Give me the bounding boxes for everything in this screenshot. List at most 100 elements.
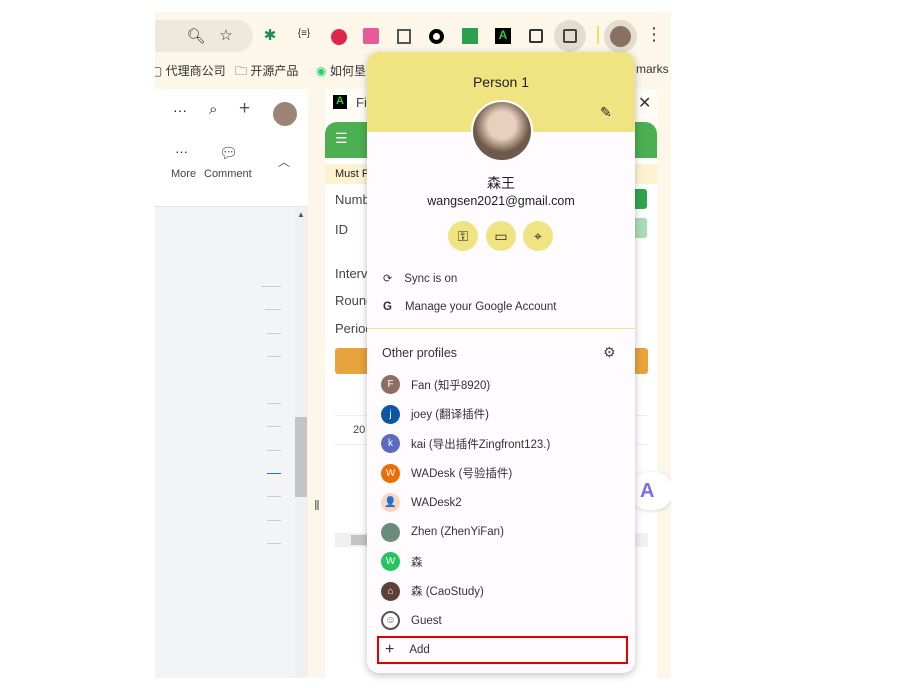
extensions-icon[interactable] xyxy=(529,29,543,43)
field-label: Interv xyxy=(335,266,368,281)
addresses-pin-icon[interactable]: ⌖ xyxy=(523,221,553,251)
assistant-icon: A xyxy=(640,480,655,502)
json-viewer-icon[interactable]: {≡} xyxy=(293,28,315,39)
plus-icon[interactable]: + xyxy=(239,98,250,120)
outline-tick xyxy=(267,333,281,334)
profile-item[interactable]: j joey (翻译插件) xyxy=(367,400,635,429)
add-label: Add xyxy=(409,644,430,656)
outline-tick xyxy=(267,403,281,404)
bookmark-item[interactable]: ▢ 代理商公司 xyxy=(155,62,226,79)
extension-logo-icon: A xyxy=(333,95,347,109)
sync-label: Sync is on xyxy=(404,272,458,285)
profile-avatar xyxy=(471,100,533,162)
bookmark-label: 代理商公司 xyxy=(165,64,226,78)
profile-item[interactable]: ⌂ 森 (CaoStudy) xyxy=(367,577,635,606)
profile-item[interactable]: W森 xyxy=(367,547,635,576)
profile-menu: Person 1 ✎ 森王 wangsen2021@gmail.com ⚿ ▭ … xyxy=(367,52,635,673)
outline-tick xyxy=(267,450,281,451)
scrollbar-thumb[interactable] xyxy=(295,417,307,497)
edit-pencil-icon[interactable]: ✎ xyxy=(600,104,612,121)
bookmark-label: 开源产品 xyxy=(250,64,299,78)
profile-label: WADesk (号验插件) xyxy=(411,468,513,480)
add-profile-button[interactable]: + Add xyxy=(377,636,628,664)
translate-extension-icon[interactable] xyxy=(363,28,379,44)
profile-avatar-icon: k xyxy=(381,434,400,453)
search-icon[interactable]: ⌕ xyxy=(209,101,217,118)
left-panel: ··· ⌕ + ··· More 💬︎ Comment ︿ ▲ xyxy=(155,89,308,678)
outline-tick-active[interactable] xyxy=(267,473,281,474)
avatar[interactable] xyxy=(273,102,297,126)
table-cell: 20 xyxy=(353,424,366,436)
zoom-icon[interactable]: 🔍︎ xyxy=(185,27,207,45)
profile-label: kai (导出插件Zingfront123.) xyxy=(411,438,551,451)
list-icon[interactable]: ☰ xyxy=(335,130,348,147)
contact-extension-icon[interactable] xyxy=(462,28,478,44)
profile-item[interactable]: 👤 WADesk2 xyxy=(367,488,635,517)
guest-icon: ☺ xyxy=(381,611,400,630)
profile-label: Fan (知乎8920) xyxy=(411,379,491,392)
sync-icon: ⟳ xyxy=(383,273,393,285)
field-label: Numb xyxy=(335,192,370,207)
profile-item[interactable]: k kai (导出插件Zingfront123.) xyxy=(367,429,635,458)
profile-label: 森 xyxy=(411,556,423,569)
profile-button[interactable] xyxy=(604,20,637,53)
profile-name: 森王 xyxy=(487,175,515,191)
a-extension-icon[interactable]: A xyxy=(495,28,511,44)
bookmark-folder[interactable]: 🗀 开源产品 xyxy=(235,62,298,83)
guest-label: Guest xyxy=(411,614,442,627)
profile-avatar-icon: F xyxy=(381,375,400,394)
assistant-float-button[interactable]: A xyxy=(629,472,671,510)
profile-title: Person 1 xyxy=(472,74,530,90)
profile-avatar-icon: ⌂ xyxy=(381,581,400,601)
bookmark-star-icon[interactable]: ☆ xyxy=(215,26,237,44)
passwords-key-icon[interactable]: ⚿ xyxy=(448,221,478,251)
circle-extension-icon[interactable] xyxy=(429,29,444,44)
all-bookmarks[interactable]: marks xyxy=(636,62,669,76)
side-panel-title: Fi xyxy=(356,95,367,110)
comment-icon[interactable]: 💬︎ xyxy=(219,144,238,162)
payment-card-icon[interactable]: ▭ xyxy=(486,221,516,251)
other-profiles-heading: Other profiles xyxy=(382,346,458,360)
collapse-icon[interactable]: ︿ xyxy=(278,153,290,170)
profile-avatar-icon: j xyxy=(381,404,400,424)
whatsapp-icon: ◉ xyxy=(316,64,327,78)
profile-label: joey (翻译插件) xyxy=(411,409,489,421)
outline-tick xyxy=(261,286,281,287)
comment-button[interactable]: Comment xyxy=(204,168,252,180)
side-panel-button[interactable] xyxy=(554,20,586,52)
menu-icon[interactable]: ⋮ xyxy=(645,24,663,45)
outline-tick xyxy=(265,309,281,310)
profile-item[interactable]: Zhen (ZhenYiFan) xyxy=(367,518,635,547)
bookmark-label: 如何垦 xyxy=(329,64,366,78)
manage-label: Manage your Google Account xyxy=(404,300,557,313)
manage-google-account[interactable]: G Manage your Google Account xyxy=(367,292,635,321)
more-button[interactable]: More xyxy=(171,168,196,180)
resize-handle[interactable]: ‖ xyxy=(314,497,320,513)
outline-tick xyxy=(267,543,281,544)
outline-tick xyxy=(267,496,281,497)
profile-item[interactable]: W WADesk (号验插件) xyxy=(367,459,635,488)
outline-tick xyxy=(267,426,281,427)
more-icon[interactable]: ··· xyxy=(175,144,188,159)
profile-item[interactable]: F Fan (知乎8920) xyxy=(367,370,635,399)
divider xyxy=(597,26,599,44)
plus-icon: + xyxy=(385,641,395,658)
profile-avatar-icon: W xyxy=(381,463,400,483)
outline-tick xyxy=(267,356,281,357)
address-bar[interactable]: 🔍︎ ☆ xyxy=(155,20,253,52)
profile-avatar-icon: W xyxy=(381,552,400,571)
bookmark-item[interactable]: ◉ 如何垦 xyxy=(316,62,366,79)
manage-profiles-gear-icon[interactable]: ⚙ xyxy=(603,344,616,361)
sync-status[interactable]: ⟳ Sync is on xyxy=(367,264,635,293)
profile-label: Zhen (ZhenYiFan) xyxy=(411,526,504,538)
profile-email: wangsen2021@gmail.com xyxy=(427,194,575,208)
profile-label: WADesk2 xyxy=(411,496,462,509)
close-icon[interactable]: ✕ xyxy=(638,93,651,113)
scrollbar[interactable]: ▲ xyxy=(295,207,308,678)
extension-puzzle-green-icon[interactable]: ✱ xyxy=(259,26,281,44)
t-extension-icon[interactable] xyxy=(331,29,347,45)
outline-tick xyxy=(267,520,281,521)
guest-profile[interactable]: ☺ Guest xyxy=(367,606,635,635)
more-dots-icon[interactable]: ··· xyxy=(173,102,187,118)
copy-extension-icon[interactable] xyxy=(397,29,411,44)
